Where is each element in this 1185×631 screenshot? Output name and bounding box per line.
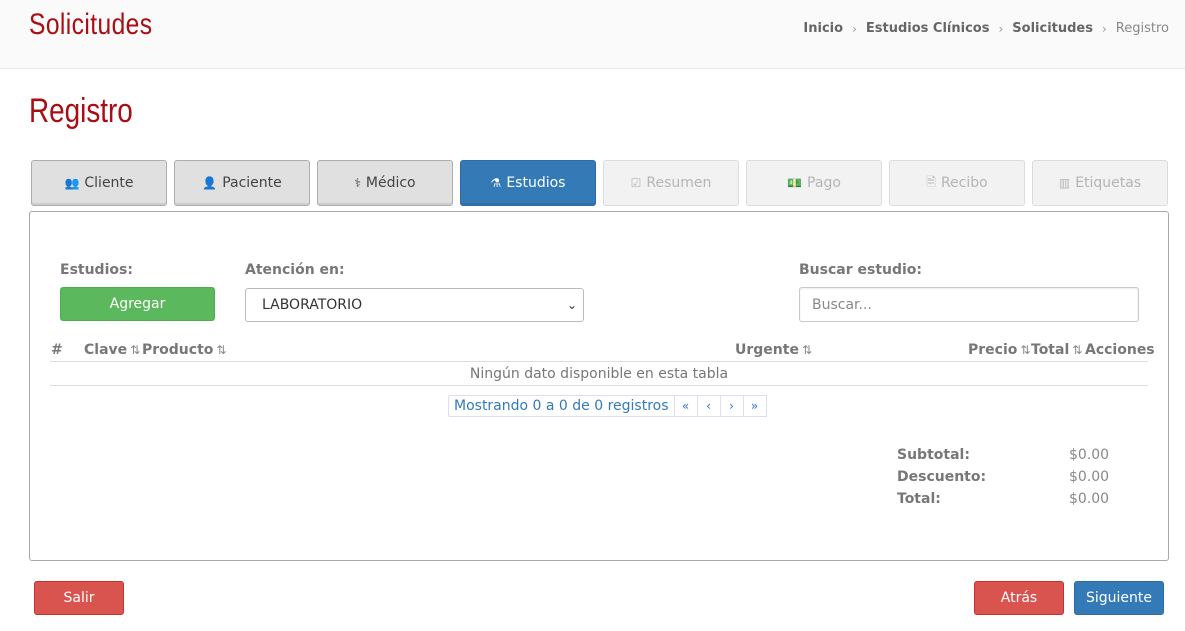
- tab-label: Cliente: [84, 175, 134, 191]
- column-precio[interactable]: Precio ⇅: [968, 342, 1030, 358]
- tab-label: Recibo: [940, 175, 988, 191]
- estudios-label: Estudios:: [60, 262, 133, 278]
- breadcrumb-separator: ›: [998, 21, 1004, 36]
- barcode-icon: ▥: [1058, 176, 1071, 190]
- chevron-down-icon: ⌄: [566, 298, 577, 312]
- exit-button[interactable]: Salir: [34, 581, 124, 615]
- column-acciones: Acciones: [1085, 342, 1155, 358]
- tab-etiquetas: ▥ Etiquetas: [1032, 160, 1168, 206]
- user-md-icon: ⚕: [354, 176, 361, 190]
- table-header: # Clave ⇅ Producto ⇅ Urgente ⇅ Precio ⇅ Tota…: [50, 340, 1155, 362]
- breadcrumb-separator: ›: [1101, 21, 1107, 36]
- subtotal-row: Subtotal: $0.00: [897, 444, 1109, 466]
- discount-row: Descuento: $0.00: [897, 466, 1109, 488]
- app-title: Solicitudes: [29, 8, 153, 41]
- atencion-select[interactable]: LABORATORIO ⌄: [245, 288, 584, 322]
- prev-page-button[interactable]: ‹: [697, 395, 721, 417]
- user-icon: 👤: [202, 176, 218, 190]
- breadcrumb: Inicio › Estudios Clínicos › Solicitudes…: [803, 21, 1169, 36]
- column-label: Urgente: [735, 342, 799, 358]
- last-page-button[interactable]: »: [743, 395, 767, 417]
- column-total[interactable]: Total ⇅: [1031, 342, 1082, 358]
- tab-label: Resumen: [646, 175, 712, 191]
- column-label: Total: [1031, 342, 1070, 358]
- wizard-tabs: 👥 Cliente 👤 Paciente ⚕ Médico ⚗ Estudios…: [31, 160, 1168, 206]
- breadcrumb-estudios-clinicos[interactable]: Estudios Clínicos: [866, 21, 990, 36]
- tab-resumen: ☑ Resumen: [603, 160, 739, 206]
- page-title: Registro: [29, 92, 133, 130]
- total-label: Total:: [897, 491, 941, 507]
- sort-icon: ⇅: [1072, 343, 1083, 357]
- sort-icon: ⇅: [1020, 343, 1031, 357]
- column-urgente[interactable]: Urgente ⇅: [735, 342, 812, 358]
- next-button[interactable]: Siguiente: [1074, 581, 1164, 615]
- breadcrumb-solicitudes[interactable]: Solicitudes: [1012, 21, 1093, 36]
- column-label: Precio: [968, 342, 1018, 358]
- tab-recibo: 🗎 Recibo: [889, 160, 1025, 206]
- column-label: Clave: [84, 342, 128, 358]
- file-text-icon: 🗎: [926, 174, 936, 189]
- search-label: Buscar estudio:: [799, 262, 923, 278]
- flask-icon: ⚗: [490, 176, 502, 190]
- top-header: Solicitudes Inicio › Estudios Clínicos ›…: [0, 0, 1185, 69]
- sort-icon: ⇅: [801, 343, 813, 357]
- subtotal-value: $0.00: [1069, 447, 1110, 463]
- pagination: Mostrando 0 a 0 de 0 registros « ‹ › »: [448, 395, 767, 417]
- total-value: $0.00: [1069, 491, 1110, 507]
- check-square-icon: ☑: [630, 176, 642, 190]
- totals-summary: Subtotal: $0.00 Descuento: $0.00 Total: …: [897, 444, 1109, 510]
- table-empty-row: Ningún dato disponible en esta tabla: [50, 363, 1148, 386]
- tab-pago: 💵 Pago: [746, 160, 882, 206]
- breadcrumb-separator: ›: [852, 21, 857, 36]
- users-icon: 👥: [64, 176, 80, 190]
- sort-icon: ⇅: [216, 343, 227, 357]
- subtotal-label: Subtotal:: [897, 447, 970, 463]
- discount-label: Descuento:: [897, 469, 987, 485]
- breadcrumb-inicio[interactable]: Inicio: [803, 21, 843, 36]
- tab-cliente[interactable]: 👥 Cliente: [31, 160, 167, 206]
- next-page-button[interactable]: ›: [720, 395, 744, 417]
- total-row: Total: $0.00: [897, 488, 1109, 510]
- atencion-selected-value: LABORATORIO: [262, 297, 363, 313]
- sort-icon: ⇅: [130, 343, 141, 357]
- tab-label: Estudios: [506, 175, 566, 191]
- pagination-info: Mostrando 0 a 0 de 0 registros: [448, 395, 675, 417]
- back-button[interactable]: Atrás: [974, 581, 1064, 615]
- tab-label: Médico: [365, 175, 416, 191]
- column-label: Producto: [142, 342, 214, 358]
- tab-estudios[interactable]: ⚗ Estudios: [460, 160, 596, 206]
- estudios-panel: Estudios: Agregar Atención en: LABORATOR…: [29, 211, 1169, 561]
- first-page-button[interactable]: «: [674, 395, 698, 417]
- column-number[interactable]: #: [51, 342, 63, 358]
- column-producto[interactable]: Producto ⇅: [142, 342, 226, 358]
- atencion-label: Atención en:: [245, 262, 345, 278]
- tab-paciente[interactable]: 👤 Paciente: [174, 160, 310, 206]
- search-input[interactable]: Buscar...: [799, 287, 1139, 322]
- money-icon: 💵: [787, 176, 803, 190]
- column-clave[interactable]: Clave ⇅: [84, 342, 140, 358]
- add-study-button[interactable]: Agregar: [60, 287, 215, 321]
- tab-label: Pago: [807, 175, 841, 191]
- tab-medico[interactable]: ⚕ Médico: [317, 160, 453, 206]
- tab-label: Etiquetas: [1075, 175, 1142, 191]
- tab-label: Paciente: [222, 175, 282, 191]
- breadcrumb-registro: Registro: [1115, 21, 1169, 36]
- discount-value: $0.00: [1069, 469, 1110, 485]
